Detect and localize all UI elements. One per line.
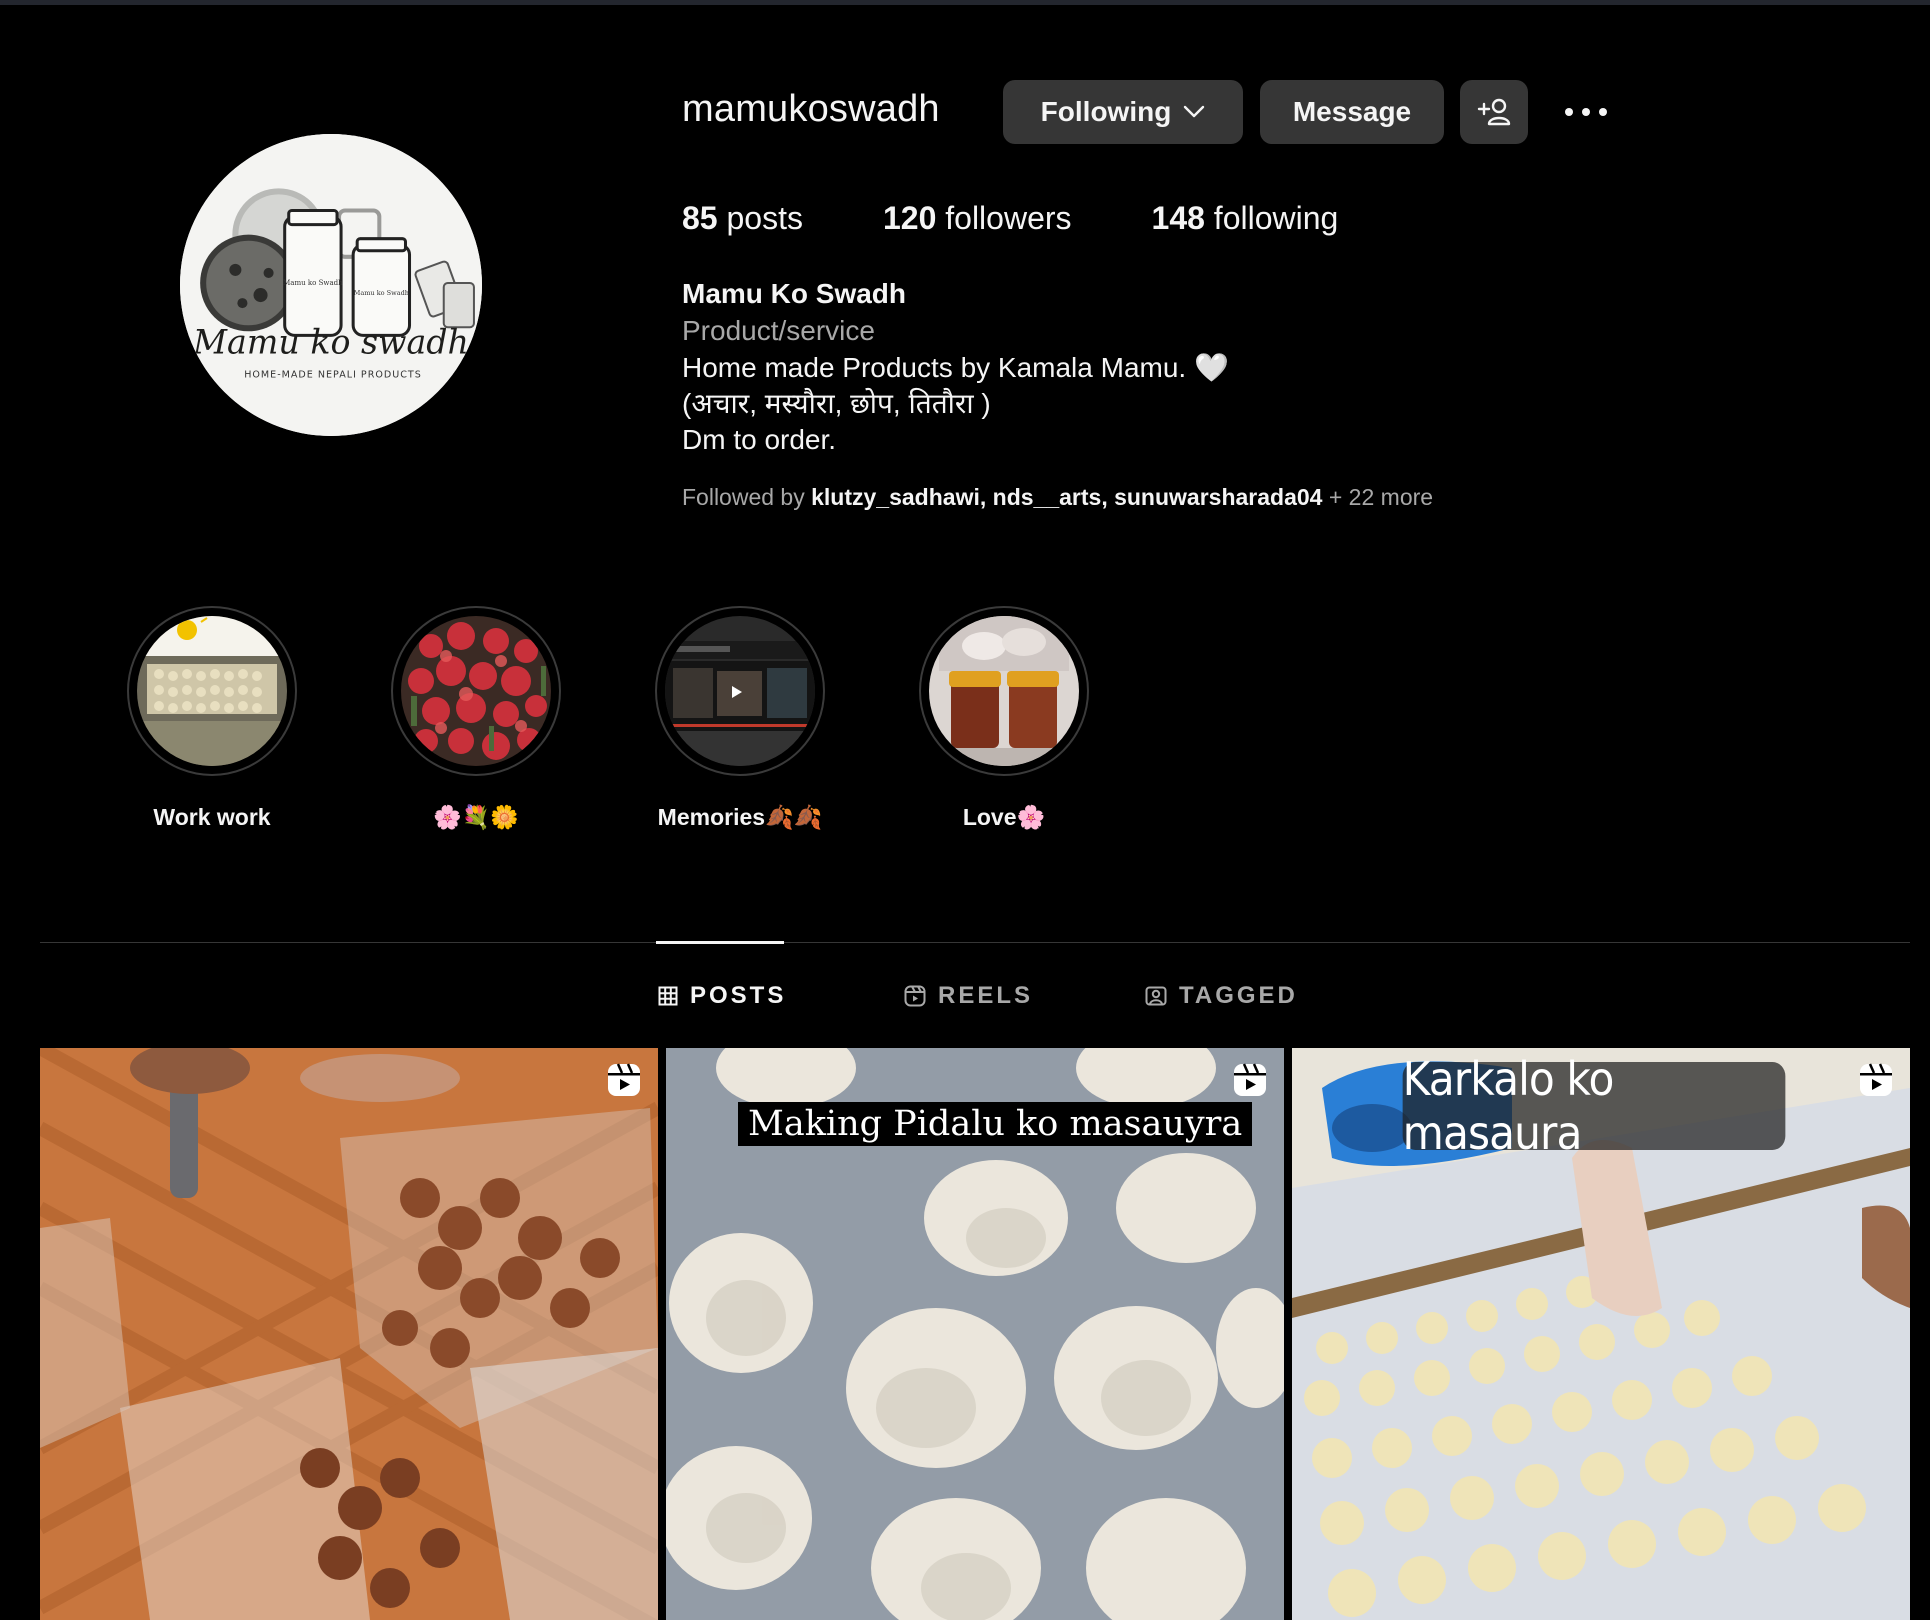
profile-bio: Home made Products by Kamala Mamu. 🤍 (अच…: [682, 350, 1229, 458]
chevron-down-icon: [1184, 105, 1205, 118]
highlight-cover: [665, 616, 815, 766]
profile-full-name: Mamu Ko Swadh: [682, 278, 907, 309]
followers-count: 120: [882, 200, 937, 236]
post-caption-overlay: Karkalo ko masaura: [1402, 1052, 1786, 1160]
highlight-cover: [929, 616, 1079, 766]
message-button-label: Message: [1292, 96, 1412, 127]
highlight-work-work[interactable]: Work work: [127, 606, 297, 831]
followed-by-separator: ,: [1101, 484, 1115, 510]
tabs-divider: [40, 942, 1910, 943]
posts-count: 85: [682, 200, 718, 236]
posts-label: posts: [726, 200, 803, 236]
bio-line: Home made Products by Kamala Mamu. 🤍: [682, 352, 1229, 383]
add-person-icon: [1477, 98, 1511, 126]
highlight-flowers[interactable]: 🌸💐🌼: [391, 606, 561, 831]
avatar-logo: Mamu ko Swadh Mamu ko Swadh Mamu ko swad…: [180, 134, 482, 436]
followed-by-user[interactable]: nds__arts: [993, 484, 1102, 510]
message-button[interactable]: Message: [1260, 80, 1444, 144]
followed-by-more: + 22 more: [1328, 484, 1434, 510]
profile-category: Product/service: [682, 315, 875, 346]
followed-by-user[interactable]: sunuwarsharada04: [1114, 484, 1322, 510]
followed-by-prefix: Followed by: [682, 484, 805, 510]
highlight-cover: [137, 616, 287, 766]
suggest-similar-button[interactable]: [1460, 80, 1528, 144]
followed-by-user[interactable]: klutzy_sadhawi: [811, 484, 980, 510]
window-top-border: [0, 0, 1930, 5]
reel-icon: [1234, 1063, 1266, 1096]
profile-stats: 85 posts 120 followers 148 following: [682, 200, 1338, 237]
post-tile[interactable]: [40, 1048, 658, 1620]
grid-icon: [658, 986, 678, 1006]
avatar-brand-subtitle: HOME-MADE NEPALI PRODUCTS: [244, 370, 422, 381]
avatar-brand-title: Mamu ko swadh: [192, 322, 469, 361]
tab-label: POSTS: [690, 982, 787, 1009]
following-button-label: Following: [1040, 96, 1172, 127]
highlight-label: Love🌸: [962, 804, 1046, 830]
post-caption-overlay: Making Pidalu ko masauyra: [738, 1102, 1253, 1146]
highlight-ring: [919, 606, 1089, 776]
jar-label: Mamu ko Swadh: [283, 278, 343, 287]
highlight-cover: [401, 616, 551, 766]
highlight-label: Work work: [153, 804, 271, 830]
reel-icon: [608, 1063, 640, 1096]
followed-by-separator: ,: [979, 484, 993, 510]
post-tile[interactable]: Karkalo ko masaura: [1292, 1048, 1910, 1620]
jar-label-2: Mamu ko Swadh: [354, 289, 410, 297]
highlight-ring: [391, 606, 561, 776]
highlight-label: Memories🍂🍂: [657, 804, 823, 830]
reel-icon: [1860, 1063, 1892, 1096]
tagged-person-icon: [1145, 986, 1167, 1006]
followers-label: followers: [945, 200, 1072, 236]
post-tile[interactable]: Making Pidalu ko masauyra: [666, 1048, 1284, 1620]
highlight-ring: [127, 606, 297, 776]
highlight-ring: [655, 606, 825, 776]
tab-tagged[interactable]: TAGGED: [1145, 982, 1298, 1010]
bio-line: Dm to order.: [682, 424, 837, 455]
post-image: [40, 1048, 658, 1620]
following-link[interactable]: 148 following: [1152, 200, 1339, 237]
more-options-button[interactable]: [1556, 88, 1616, 136]
followed-by[interactable]: Followed by klutzy_sadhawi, nds__arts, s…: [682, 484, 1433, 511]
tab-label: TAGGED: [1179, 982, 1298, 1009]
following-label: following: [1213, 200, 1339, 236]
bio-line: (अचार, मस्यौरा, छोप, तितौरा ): [682, 388, 991, 419]
tab-label: REELS: [938, 982, 1034, 1009]
active-tab-indicator: [656, 941, 784, 944]
following-count: 148: [1151, 200, 1205, 236]
more-horizontal-icon: [1565, 108, 1607, 116]
highlight-label: 🌸💐🌼: [433, 804, 519, 830]
profile-avatar[interactable]: Mamu ko Swadh Mamu ko Swadh Mamu ko swad…: [180, 134, 482, 436]
reels-icon: [904, 985, 926, 1007]
followers-link[interactable]: 120 followers: [883, 200, 1072, 237]
profile-username: mamukoswadh: [682, 88, 940, 130]
following-button[interactable]: Following: [1003, 80, 1243, 144]
highlight-love[interactable]: Love🌸: [919, 606, 1089, 831]
tab-posts[interactable]: POSTS: [658, 982, 786, 1010]
tab-reels[interactable]: REELS: [904, 982, 1033, 1010]
posts-count-stat: 85 posts: [682, 200, 803, 237]
highlight-memories[interactable]: Memories🍂🍂: [655, 606, 825, 831]
